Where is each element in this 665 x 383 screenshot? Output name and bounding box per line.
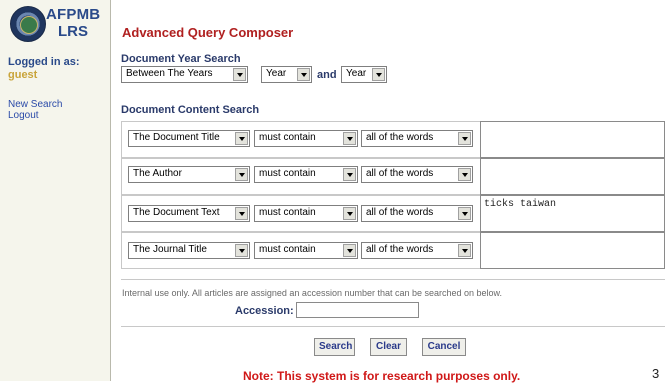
condition-value: must contain — [259, 132, 316, 143]
field-select[interactable]: The Author — [128, 166, 250, 183]
condition-select[interactable]: must contain — [254, 130, 358, 147]
logged-in-label: Logged in as: — [8, 56, 80, 68]
and-label: and — [317, 69, 337, 81]
field-select[interactable]: The Journal Title — [128, 242, 250, 259]
year-search-label: Document Year Search — [121, 53, 241, 65]
field-value: The Author — [133, 168, 182, 179]
year-to-select[interactable]: Year — [341, 66, 387, 83]
chevron-down-icon — [235, 207, 248, 220]
condition-value: must contain — [259, 244, 316, 255]
match-value: all of the words — [366, 207, 434, 218]
field-select[interactable]: The Document Text — [128, 205, 250, 222]
chevron-down-icon — [458, 207, 471, 220]
field-select[interactable]: The Document Title — [128, 130, 250, 147]
chevron-down-icon — [235, 244, 248, 257]
match-select[interactable]: all of the words — [361, 242, 473, 259]
chevron-down-icon — [235, 168, 248, 181]
chevron-down-icon — [235, 132, 248, 145]
logout-link[interactable]: Logout — [8, 110, 39, 121]
search-terms-input[interactable] — [480, 232, 665, 269]
chevron-down-icon — [458, 132, 471, 145]
field-value: The Document Text — [133, 207, 220, 218]
search-terms-input[interactable] — [480, 121, 665, 158]
condition-value: must contain — [259, 207, 316, 218]
condition-select[interactable]: must contain — [254, 166, 358, 183]
sidebar: AFPMB LRS Logged in as: guest New Search… — [0, 0, 111, 381]
new-search-link[interactable]: New Search — [8, 99, 62, 110]
chevron-down-icon — [458, 168, 471, 181]
search-terms-input[interactable] — [480, 158, 665, 195]
clear-button[interactable]: Clear — [370, 338, 407, 356]
chevron-down-icon — [343, 207, 356, 220]
username: guest — [8, 69, 38, 81]
seal-icon — [10, 6, 46, 42]
divider — [121, 326, 665, 327]
field-value: The Journal Title — [133, 244, 207, 255]
condition-value: must contain — [259, 168, 316, 179]
divider — [121, 279, 665, 280]
field-value: The Document Title — [133, 132, 220, 143]
accession-label: Accession: — [235, 305, 294, 317]
content-search-label: Document Content Search — [121, 104, 260, 116]
year-range-value: Between The Years — [126, 68, 213, 79]
chevron-down-icon — [233, 68, 246, 81]
afpmb-logo: AFPMB LRS — [6, 4, 106, 48]
year-from-select[interactable]: Year — [261, 66, 312, 83]
chevron-down-icon — [343, 168, 356, 181]
chevron-down-icon — [297, 68, 310, 81]
internal-use-note: Internal use only. All articles are assi… — [122, 288, 503, 298]
year-to-value: Year — [346, 68, 367, 79]
match-select[interactable]: all of the words — [361, 130, 473, 147]
match-select[interactable]: all of the words — [361, 166, 473, 183]
condition-select[interactable]: must contain — [254, 242, 358, 259]
match-value: all of the words — [366, 244, 434, 255]
page-title: Advanced Query Composer — [122, 25, 294, 40]
year-range-select[interactable]: Between The Years — [121, 66, 248, 83]
chevron-down-icon — [343, 132, 356, 145]
match-value: all of the words — [366, 132, 434, 143]
match-value: all of the words — [366, 168, 434, 179]
chevron-down-icon — [458, 244, 471, 257]
match-select[interactable]: all of the words — [361, 205, 473, 222]
logo-title: AFPMB — [46, 6, 101, 23]
main-panel: Advanced Query Composer Document Year Se… — [111, 0, 665, 383]
accession-input[interactable] — [296, 302, 419, 318]
condition-select[interactable]: must contain — [254, 205, 358, 222]
search-terms-input[interactable]: ticks taiwan — [480, 195, 665, 232]
search-button[interactable]: Search — [314, 338, 355, 356]
chevron-down-icon — [372, 68, 385, 81]
chevron-down-icon — [343, 244, 356, 257]
page-number: 3 — [652, 366, 660, 381]
logo-subtitle: LRS — [58, 23, 88, 40]
year-from-value: Year — [266, 68, 287, 79]
cancel-button[interactable]: Cancel — [422, 338, 466, 356]
